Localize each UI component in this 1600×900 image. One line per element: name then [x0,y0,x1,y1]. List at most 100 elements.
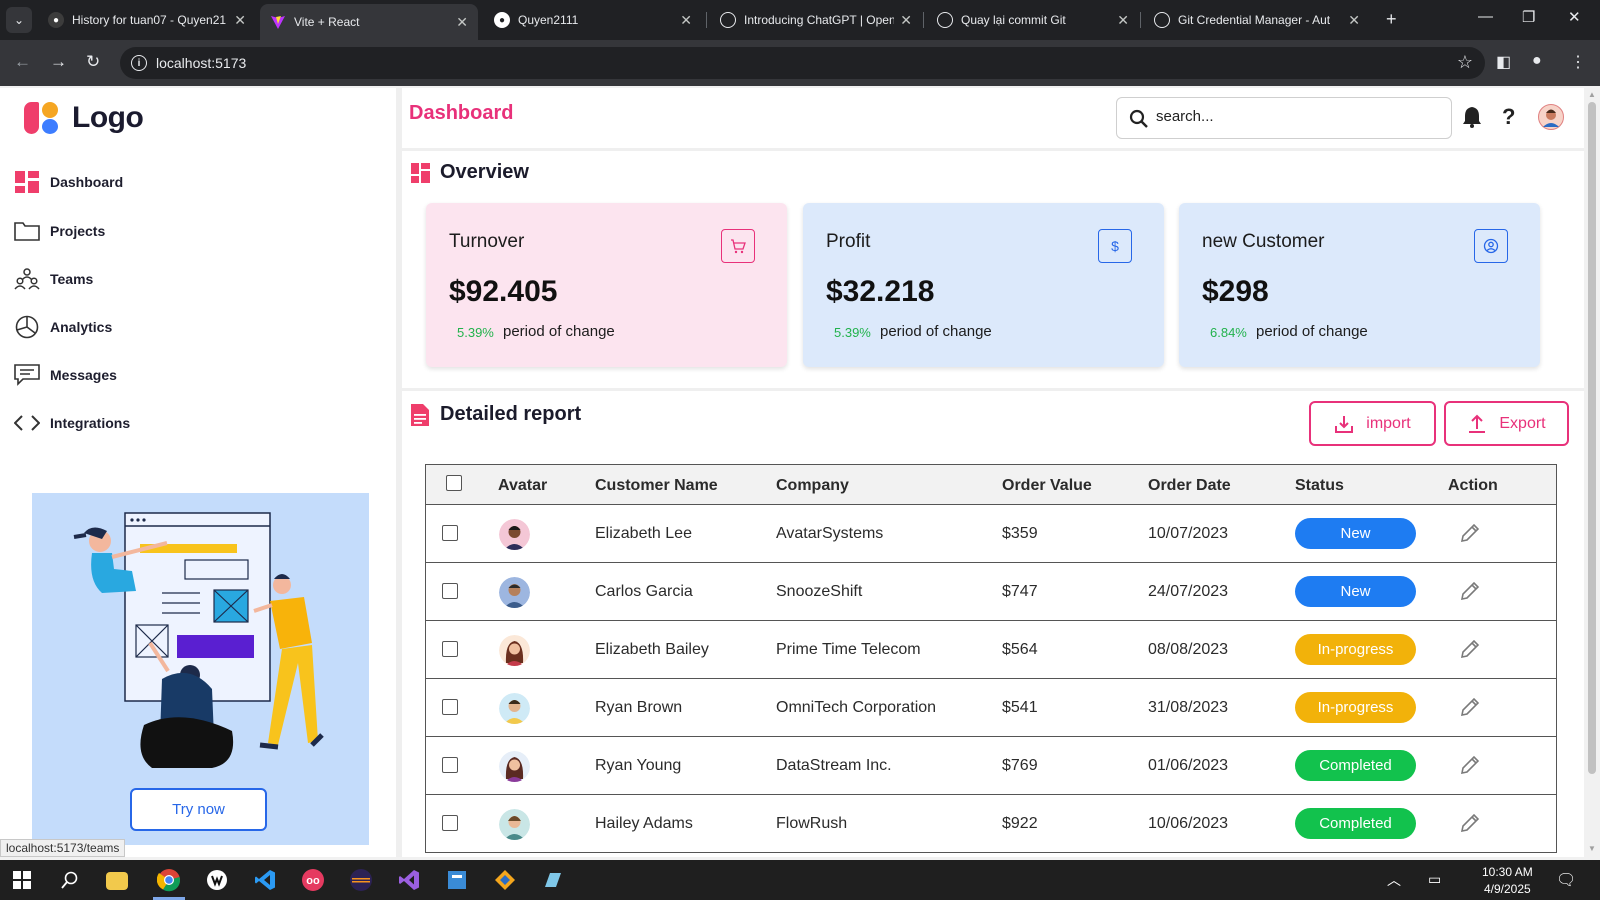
eclipse-icon[interactable] [347,866,375,894]
system-clock[interactable]: 10:30 AM 4/9/2025 [1482,864,1533,898]
column-header[interactable]: Status [1295,477,1344,495]
pencil-icon[interactable] [1459,754,1481,781]
address-bar[interactable]: i localhost:5173 ☆ [120,47,1485,79]
column-header[interactable]: Customer Name [595,477,718,495]
row-checkbox[interactable] [442,757,458,773]
globe-icon [1154,12,1170,28]
close-icon[interactable]: ✕ [900,12,912,29]
export-button[interactable]: Export [1444,401,1569,446]
row-checkbox[interactable] [442,815,458,831]
sidebar-item-messages[interactable]: Messages [14,360,117,390]
row-checkbox[interactable] [442,583,458,599]
app-logo[interactable]: Logo [22,100,144,136]
back-icon[interactable]: ← [14,52,31,72]
avatar [499,577,530,608]
stat-card-title: Turnover [449,231,525,252]
sidebar-item-integrations[interactable]: Integrations [14,408,130,438]
forward-icon[interactable]: → [50,52,67,72]
side-panel-icon[interactable]: ◧ [1496,52,1511,72]
scrollbar-thumb[interactable] [1588,102,1596,774]
sourcetree-icon[interactable] [491,866,519,894]
row-checkbox[interactable] [442,525,458,541]
table-row[interactable]: Ryan Young DataStream Inc. $769 01/06/20… [426,737,1556,795]
order-date: 24/07/2023 [1148,583,1229,600]
sidebar-item-projects[interactable]: Projects [14,216,105,246]
row-checkbox[interactable] [442,641,458,657]
close-icon[interactable]: ✕ [456,14,468,31]
notification-icon[interactable]: 🗨 [1556,870,1576,890]
browser-tab[interactable]: Git Credential Manager - Aut ✕ [1144,0,1370,40]
visual-studio-icon[interactable] [395,866,423,894]
avatar [499,519,530,550]
table-row[interactable]: Carlos Garcia SnoozeShift $747 24/07/202… [426,563,1556,621]
window-close-icon[interactable]: ✕ [1568,8,1581,26]
app-icon[interactable] [539,866,567,894]
import-button[interactable]: import [1309,401,1436,446]
column-header[interactable]: Order Value [1002,477,1092,495]
vscode-icon[interactable] [251,866,279,894]
order-value: $564 [1002,641,1038,658]
address-url[interactable]: localhost:5173 [156,55,246,71]
page-scrollbar[interactable]: ▲ ▼ [1584,88,1600,857]
app-icon[interactable]: oo [299,866,327,894]
scroll-down-icon[interactable]: ▼ [1588,844,1596,853]
profile-icon[interactable]: ● [1532,52,1542,70]
column-header[interactable]: Company [776,477,849,495]
browser-menu-icon[interactable]: ⋮ [1570,52,1586,72]
help-icon[interactable]: ? [1502,104,1515,130]
user-circle-icon[interactable] [1474,229,1508,263]
pencil-icon[interactable] [1459,580,1481,607]
site-info-icon[interactable]: i [131,55,147,71]
network-icon[interactable]: ▭ [1428,871,1441,888]
select-all-checkbox[interactable] [446,475,462,491]
sidebar-item-dashboard[interactable]: Dashboard [14,167,123,197]
scroll-up-icon[interactable]: ▲ [1588,90,1596,99]
new-tab-button[interactable]: + [1386,9,1397,30]
sidebar-item-analytics[interactable]: Analytics [14,312,112,342]
table-row[interactable]: Elizabeth Lee AvatarSystems $359 10/07/2… [426,505,1556,563]
cart-icon[interactable] [721,229,755,263]
file-explorer-icon[interactable] [106,872,128,890]
sidebar-item-teams[interactable]: Teams [14,264,93,294]
search-input[interactable] [1156,108,1436,125]
sidebar-item-label: Integrations [50,415,131,431]
close-icon[interactable]: ✕ [680,12,692,29]
restore-icon[interactable]: ❐ [1522,8,1535,26]
pencil-icon[interactable] [1459,812,1481,839]
close-icon[interactable]: ✕ [1117,12,1129,29]
table-row[interactable]: Ryan Brown OmniTech Corporation $541 31/… [426,679,1556,737]
user-avatar[interactable] [1538,104,1564,135]
app-icon[interactable] [443,866,471,894]
windows-start-icon[interactable] [8,866,36,894]
row-checkbox[interactable] [442,699,458,715]
stat-card-value: $92.405 [449,275,558,308]
browser-tab[interactable]: ● History for tuan07 - Quyen21 ✕ [38,0,256,40]
detailed-report-section: Detailed report import Export Avatar Cus… [402,391,1584,857]
chrome-icon[interactable] [155,866,183,894]
app-icon[interactable] [203,866,231,894]
reload-icon[interactable]: ↻ [86,52,100,72]
bell-icon[interactable] [1462,106,1482,133]
table-row[interactable]: Hailey Adams FlowRush $922 10/06/2023 Co… [426,795,1556,853]
browser-tab-active[interactable]: Vite + React ✕ [260,4,478,40]
column-header[interactable]: Avatar [498,477,547,495]
close-icon[interactable]: ✕ [1348,12,1360,29]
column-header[interactable]: Order Date [1148,477,1231,495]
bookmark-star-icon[interactable]: ☆ [1457,52,1473,73]
sidebar-item-label: Analytics [50,319,113,335]
browser-tab[interactable]: Introducing ChatGPT | Open ✕ [710,0,922,40]
pencil-icon[interactable] [1459,696,1481,723]
close-icon[interactable]: ✕ [234,12,246,29]
chevron-up-icon[interactable]: ︿ [1387,870,1401,890]
pencil-icon[interactable] [1459,638,1481,665]
tab-search-button[interactable]: ⌄ [6,7,32,33]
table-row[interactable]: Elizabeth Bailey Prime Time Telecom $564… [426,621,1556,679]
browser-tab[interactable]: Quay lại commit Git ✕ [927,0,1139,40]
browser-tab[interactable]: ● Quyen2111 ✕ [484,0,702,40]
dollar-icon[interactable]: $ [1098,229,1132,263]
minimize-icon[interactable]: — [1478,8,1493,25]
search-icon[interactable] [56,866,84,894]
search-box[interactable] [1116,97,1452,139]
try-now-button[interactable]: Try now [130,788,267,831]
pencil-icon[interactable] [1459,522,1481,549]
